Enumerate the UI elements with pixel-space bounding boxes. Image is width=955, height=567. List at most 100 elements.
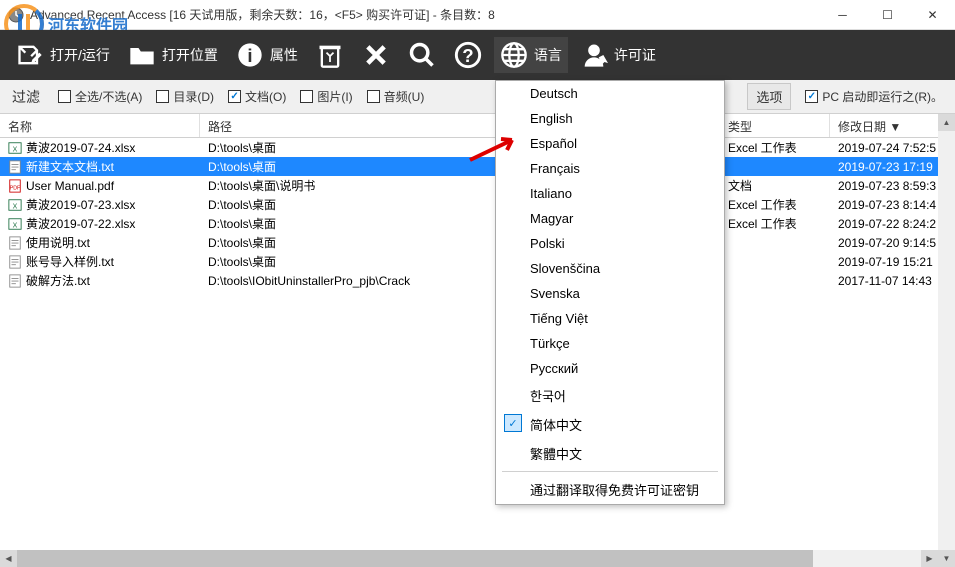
scroll-up-button[interactable]: ▲ <box>938 114 955 131</box>
file-name: 黄波2019-07-24.xlsx <box>26 139 135 156</box>
language-menu-item[interactable]: Русский <box>496 356 724 381</box>
file-date: 2017-11-07 14:43 <box>830 274 955 288</box>
file-date: 2019-07-20 9:14:5 <box>830 236 955 250</box>
file-type: 文档 <box>720 177 830 194</box>
folder-icon <box>128 41 156 69</box>
audio-checkbox[interactable]: 音频(U) <box>367 88 425 105</box>
scroll-left-button[interactable]: ◀ <box>0 550 17 567</box>
svg-text:X: X <box>13 203 18 210</box>
menu-separator <box>502 471 718 472</box>
language-menu-item[interactable]: Magyar <box>496 206 724 231</box>
language-menu-item[interactable]: Deutsch <box>496 81 724 106</box>
open-location-label: 打开位置 <box>162 45 218 65</box>
svg-text:PDF: PDF <box>10 185 21 191</box>
info-icon: i <box>236 41 264 69</box>
table-row[interactable]: 使用说明.txtD:\tools\桌面2019-07-20 9:14:5 <box>0 233 955 252</box>
window-title: Advanced Recent Access [16 天试用版，剩余天数：16，… <box>30 6 820 23</box>
file-date: 2019-07-23 8:14:4 <box>830 198 955 212</box>
search-icon <box>408 41 436 69</box>
language-label: 语言 <box>534 45 562 65</box>
file-name: 黄波2019-07-23.xlsx <box>26 196 135 213</box>
table-row[interactable]: PDFUser Manual.pdfD:\tools\桌面\说明书文档2019-… <box>0 176 955 195</box>
open-run-button[interactable]: 打开/运行 <box>10 37 116 73</box>
svg-text:X: X <box>13 146 18 153</box>
vertical-scrollbar[interactable]: ▲ ▼ <box>938 114 955 567</box>
delete-button[interactable] <box>356 37 396 73</box>
filter-bar: 过滤 全选/不选(A) 目录(D) 文档(O) 图片(I) 音频(U) 选项 P… <box>0 80 955 114</box>
header-type[interactable]: 类型 <box>720 114 830 137</box>
open-location-button[interactable]: 打开位置 <box>122 37 224 73</box>
file-name: 黄波2019-07-22.xlsx <box>26 215 135 232</box>
filter-label: 过滤 <box>12 87 40 107</box>
file-date: 2019-07-23 17:19 <box>830 160 955 174</box>
language-menu-item[interactable]: Slovenščina <box>496 256 724 281</box>
file-date: 2019-07-22 8:24:2 <box>830 217 955 231</box>
file-date: 2019-07-24 7:52:5 <box>830 141 955 155</box>
language-menu-item[interactable]: Tiếng Việt <box>496 306 724 331</box>
horizontal-scrollbar[interactable]: ◀ ▶ <box>0 550 938 567</box>
svg-text:X: X <box>13 222 18 229</box>
options-label[interactable]: 选项 <box>747 83 791 110</box>
language-menu-item[interactable]: 简体中文✓ <box>496 410 724 439</box>
language-menu: DeutschEnglishEspañolFrançaisItalianoMag… <box>495 80 725 505</box>
checkmark-icon: ✓ <box>504 414 522 432</box>
main-toolbar: 打开/运行 打开位置 i 属性 ? 语言 许可证 <box>0 30 955 80</box>
license-button[interactable]: 许可证 <box>574 37 662 73</box>
properties-label: 属性 <box>270 45 298 65</box>
svg-text:i: i <box>247 45 252 66</box>
recycle-button[interactable] <box>310 37 350 73</box>
table-row[interactable]: X黄波2019-07-23.xlsxD:\tools\桌面Excel 工作表20… <box>0 195 955 214</box>
language-button[interactable]: 语言 <box>494 37 568 73</box>
language-menu-item[interactable]: 한국어 <box>496 381 724 410</box>
help-icon: ? <box>454 41 482 69</box>
title-bar: Advanced Recent Access [16 天试用版，剩余天数：16，… <box>0 0 955 30</box>
language-menu-footer[interactable]: 通过翻译取得免费许可证密钥 <box>496 475 724 504</box>
language-menu-item[interactable]: Svenska <box>496 281 724 306</box>
table-row[interactable]: 账号导入样例.txtD:\tools\桌面2019-07-19 15:21 <box>0 252 955 271</box>
language-menu-item[interactable]: 繁體中文 <box>496 439 724 468</box>
language-menu-item[interactable]: Español <box>496 131 724 156</box>
directory-checkbox[interactable]: 目录(D) <box>156 88 214 105</box>
maximize-button[interactable]: ☐ <box>865 0 910 30</box>
table-row[interactable]: 破解方法.txtD:\tools\IObitUninstallerPro_pjb… <box>0 271 955 290</box>
scroll-thumb[interactable] <box>17 550 813 567</box>
language-menu-item[interactable]: English <box>496 106 724 131</box>
properties-button[interactable]: i 属性 <box>230 37 304 73</box>
license-icon <box>580 41 608 69</box>
recycle-icon <box>316 41 344 69</box>
x-icon <box>362 41 390 69</box>
file-type: Excel 工作表 <box>720 215 830 232</box>
file-type: Excel 工作表 <box>720 196 830 213</box>
select-all-checkbox[interactable]: 全选/不选(A) <box>58 88 142 105</box>
language-menu-item[interactable]: Français <box>496 156 724 181</box>
file-date: 2019-07-23 8:59:3 <box>830 179 955 193</box>
open-run-icon <box>16 41 44 69</box>
minimize-button[interactable]: ─ <box>820 0 865 30</box>
language-menu-item[interactable]: Türkçe <box>496 331 724 356</box>
scroll-right-button[interactable]: ▶ <box>921 550 938 567</box>
scroll-down-button[interactable]: ▼ <box>938 550 955 567</box>
autostart-checkbox[interactable]: PC 启动即运行之(R)。 <box>805 88 943 105</box>
help-button[interactable]: ? <box>448 37 488 73</box>
table-row[interactable]: X黄波2019-07-22.xlsxD:\tools\桌面Excel 工作表20… <box>0 214 955 233</box>
header-name[interactable]: 名称 <box>0 114 200 137</box>
open-run-label: 打开/运行 <box>50 45 110 65</box>
document-checkbox[interactable]: 文档(O) <box>228 88 286 105</box>
annotation-arrow-icon <box>468 134 523 164</box>
file-name: 新建文本文档.txt <box>26 158 114 175</box>
close-button[interactable]: ✕ <box>910 0 955 30</box>
language-menu-item[interactable]: Polski <box>496 231 724 256</box>
file-date: 2019-07-19 15:21 <box>830 255 955 269</box>
image-checkbox[interactable]: 图片(I) <box>300 88 352 105</box>
file-type: Excel 工作表 <box>720 139 830 156</box>
file-name: User Manual.pdf <box>26 179 114 193</box>
file-name: 账号导入样例.txt <box>26 253 114 270</box>
license-label: 许可证 <box>614 45 656 65</box>
globe-icon <box>500 41 528 69</box>
svg-text:?: ? <box>462 45 473 66</box>
search-button[interactable] <box>402 37 442 73</box>
file-name: 使用说明.txt <box>26 234 90 251</box>
header-date[interactable]: 修改日期 ▼ <box>830 114 955 137</box>
language-menu-item[interactable]: Italiano <box>496 181 724 206</box>
file-name: 破解方法.txt <box>26 272 90 289</box>
